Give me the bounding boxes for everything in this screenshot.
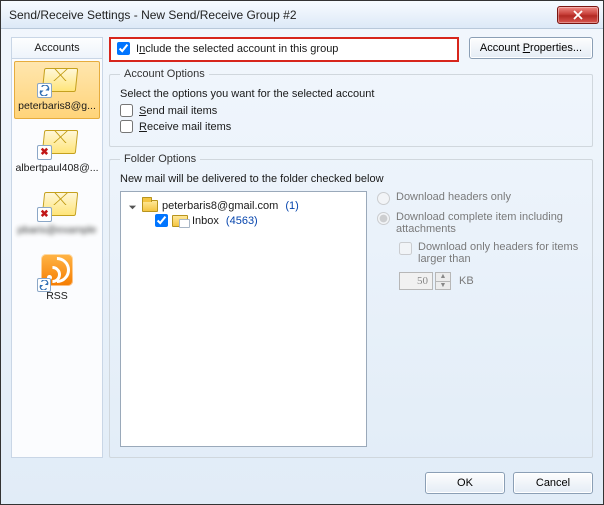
send-mail-label: Send mail items bbox=[139, 105, 217, 117]
window-title: Send/Receive Settings - New Send/Receive… bbox=[9, 8, 557, 22]
ok-button[interactable]: OK bbox=[425, 472, 505, 494]
download-larger-label: Download only headers for items larger t… bbox=[418, 241, 582, 265]
tree-root-count: (1) bbox=[285, 200, 298, 212]
tree-inbox[interactable]: Inbox (4563) bbox=[155, 214, 360, 227]
accounts-header: Accounts bbox=[12, 38, 102, 59]
spinner-down-icon[interactable]: ▼ bbox=[436, 281, 450, 289]
account-item[interactable]: ✖ pbaris@example bbox=[14, 185, 100, 243]
receive-mail-input[interactable] bbox=[120, 120, 133, 133]
size-unit-label: KB bbox=[459, 275, 474, 287]
spinner-buttons[interactable]: ▲ ▼ bbox=[435, 272, 451, 290]
send-mail-checkbox[interactable]: Send mail items bbox=[120, 104, 582, 117]
error-badge-icon: ✖ bbox=[37, 145, 52, 160]
inbox-checkbox[interactable] bbox=[155, 214, 168, 227]
size-spinner: ▲ ▼ KB bbox=[399, 271, 582, 290]
include-account-label: Include the selected account in this gro… bbox=[136, 43, 338, 55]
dialog-footer: OK Cancel bbox=[1, 466, 603, 504]
download-headers-radio[interactable]: Download headers only bbox=[377, 191, 582, 205]
account-properties-button[interactable]: Account Properties... bbox=[469, 37, 593, 59]
account-item-rss[interactable]: RSS bbox=[14, 247, 100, 309]
cancel-button[interactable]: Cancel bbox=[513, 472, 593, 494]
size-value-input[interactable] bbox=[399, 272, 433, 290]
folder-options-group: Folder Options New mail will be delivere… bbox=[109, 153, 593, 458]
account-label: albertpaul408@... bbox=[15, 162, 98, 174]
download-larger-checkbox[interactable]: Download only headers for items larger t… bbox=[399, 241, 582, 265]
close-button[interactable] bbox=[557, 6, 599, 24]
folder-options-hint: New mail will be delivered to the folder… bbox=[120, 173, 582, 185]
error-badge-icon: ✖ bbox=[37, 207, 52, 222]
rss-icon bbox=[41, 254, 73, 288]
account-options-legend: Account Options bbox=[120, 68, 209, 80]
envelope-icon: ✖ bbox=[37, 130, 77, 160]
account-label: pbaris@example bbox=[18, 224, 97, 236]
title-bar: Send/Receive Settings - New Send/Receive… bbox=[1, 1, 603, 29]
account-item[interactable]: peterbaris8@g... bbox=[14, 61, 100, 119]
include-account-input[interactable] bbox=[117, 42, 130, 55]
folder-options-legend: Folder Options bbox=[120, 153, 200, 165]
download-headers-label: Download headers only bbox=[396, 191, 511, 203]
download-complete-input[interactable] bbox=[377, 212, 390, 225]
account-item[interactable]: ✖ albertpaul408@... bbox=[14, 123, 100, 181]
folder-open-icon bbox=[142, 200, 158, 212]
top-row: Include the selected account in this gro… bbox=[109, 37, 593, 62]
download-larger-input[interactable] bbox=[399, 242, 412, 255]
receive-mail-checkbox[interactable]: Receive mail items bbox=[120, 120, 582, 133]
close-icon bbox=[573, 10, 583, 20]
sync-badge-icon bbox=[37, 83, 52, 98]
account-options-hint: Select the options you want for the sele… bbox=[120, 88, 582, 100]
dialog-window: Send/Receive Settings - New Send/Receive… bbox=[0, 0, 604, 505]
account-label: peterbaris8@g... bbox=[18, 100, 96, 112]
tree-root[interactable]: peterbaris8@gmail.com (1) bbox=[127, 200, 360, 212]
spinner-up-icon[interactable]: ▲ bbox=[436, 273, 450, 281]
download-headers-input[interactable] bbox=[377, 192, 390, 205]
inbox-count: (4563) bbox=[226, 215, 258, 227]
send-mail-input[interactable] bbox=[120, 104, 133, 117]
tree-root-label: peterbaris8@gmail.com bbox=[162, 200, 278, 212]
envelope-icon bbox=[37, 68, 77, 98]
account-options-group: Account Options Select the options you w… bbox=[109, 68, 593, 147]
download-complete-label: Download complete item including attachm… bbox=[396, 211, 582, 235]
collapse-icon[interactable] bbox=[127, 201, 138, 212]
envelope-icon: ✖ bbox=[37, 192, 77, 222]
dialog-body: Accounts peterbaris8@g... ✖ albertpaul40… bbox=[1, 29, 603, 466]
settings-panel: Include the selected account in this gro… bbox=[109, 37, 593, 458]
download-complete-radio[interactable]: Download complete item including attachm… bbox=[377, 211, 582, 235]
inbox-label: Inbox bbox=[192, 215, 219, 227]
inbox-folder-icon bbox=[172, 215, 188, 227]
include-account-checkbox[interactable]: Include the selected account in this gro… bbox=[109, 37, 459, 62]
receive-mail-label: Receive mail items bbox=[139, 121, 231, 133]
accounts-panel: Accounts peterbaris8@g... ✖ albertpaul40… bbox=[11, 37, 103, 458]
download-options: Download headers only Download complete … bbox=[377, 191, 582, 447]
folder-tree[interactable]: peterbaris8@gmail.com (1) Inbox (4563) bbox=[120, 191, 367, 447]
